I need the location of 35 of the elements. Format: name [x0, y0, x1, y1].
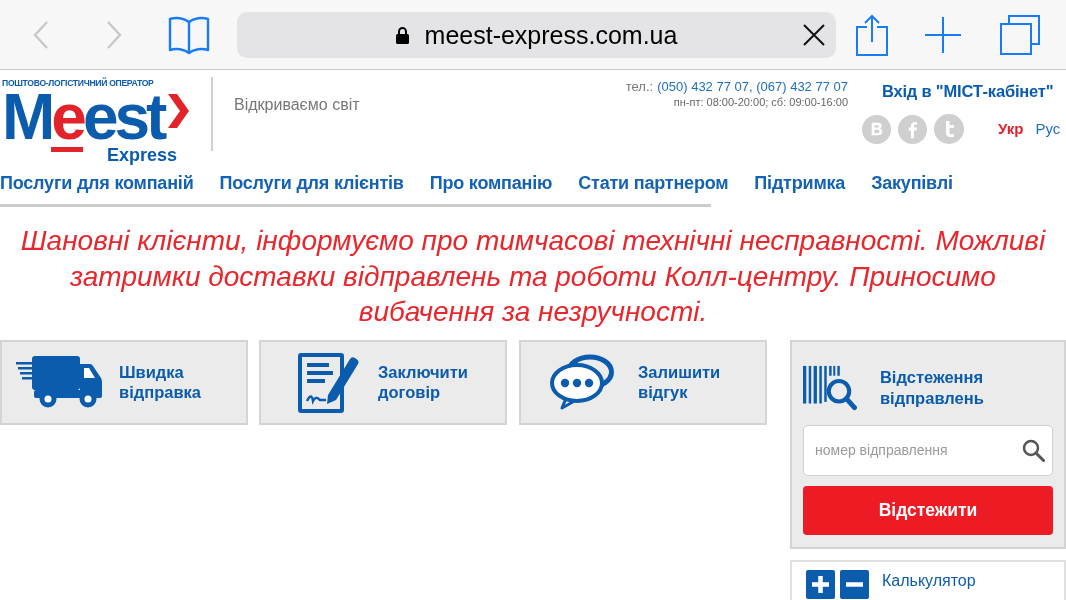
- quick-action-tile[interactable]: Заключити договір: [259, 339, 507, 425]
- language-link[interactable]: Укр: [998, 120, 1024, 138]
- notice-text: Шановні клієнти, інформуємо про тимчасові технічні несправності. Можливі затримки доставки відправлень та роботи Колл-центру. Приносимо вибачення за незручності.: [19, 224, 1047, 329]
- working-hours: пн-пт: 08:00-20:00; сб: 09:00-16:00: [673, 95, 848, 109]
- slogan-text: Відкриваємо світ: [234, 95, 360, 115]
- nav-link[interactable]: Підтримка: [754, 171, 846, 195]
- quick-action-tile[interactable]: Швидка відправка: [0, 339, 248, 425]
- cabinet-login-link[interactable]: Вхід в "МІСТ-кабінет": [882, 81, 1054, 101]
- tabs-icon[interactable]: [1000, 14, 1040, 55]
- chevron-icon: [167, 94, 190, 128]
- track-button[interactable]: Відстежити: [803, 485, 1053, 535]
- language-link[interactable]: Рус: [1035, 120, 1061, 138]
- quick-action-tile[interactable]: Залишити відгук: [519, 339, 767, 425]
- phone-label: тел.:: [625, 78, 654, 95]
- url-text: meest-express.com.ua: [424, 19, 678, 50]
- search-icon[interactable]: [1022, 438, 1045, 462]
- tracking-title: Відстеження відправлень: [879, 366, 985, 409]
- share-icon[interactable]: [855, 13, 889, 56]
- nav-link[interactable]: Про компанію: [429, 171, 553, 195]
- speech-bubbles-icon: [549, 354, 615, 410]
- book-icon[interactable]: [168, 14, 210, 55]
- nav-link[interactable]: Послуги для компаній: [0, 171, 194, 195]
- calculator-link[interactable]: Калькулятор: [882, 569, 976, 591]
- phone-link[interactable]: (050) 432 77 07, (067) 432 77 07: [657, 78, 848, 95]
- document-pen-icon: [298, 351, 360, 413]
- nav-link[interactable]: Закупівлі: [871, 171, 953, 195]
- nav-link[interactable]: Послуги для клієнтів: [219, 171, 404, 195]
- logo-tagline: ПОШТОВО-ЛОГІСТИЧНИЙ ОПЕРАТОР: [2, 78, 155, 88]
- truck-icon: [16, 356, 102, 408]
- lock-icon: [395, 25, 409, 44]
- nav-link[interactable]: Стати партнером: [578, 171, 729, 195]
- plus-icon[interactable]: [925, 16, 961, 53]
- address-field[interactable]: meest-express.com.ua: [237, 11, 836, 58]
- tracking-number-field[interactable]: номер відправлення: [803, 424, 1053, 476]
- close-icon[interactable]: [803, 23, 825, 46]
